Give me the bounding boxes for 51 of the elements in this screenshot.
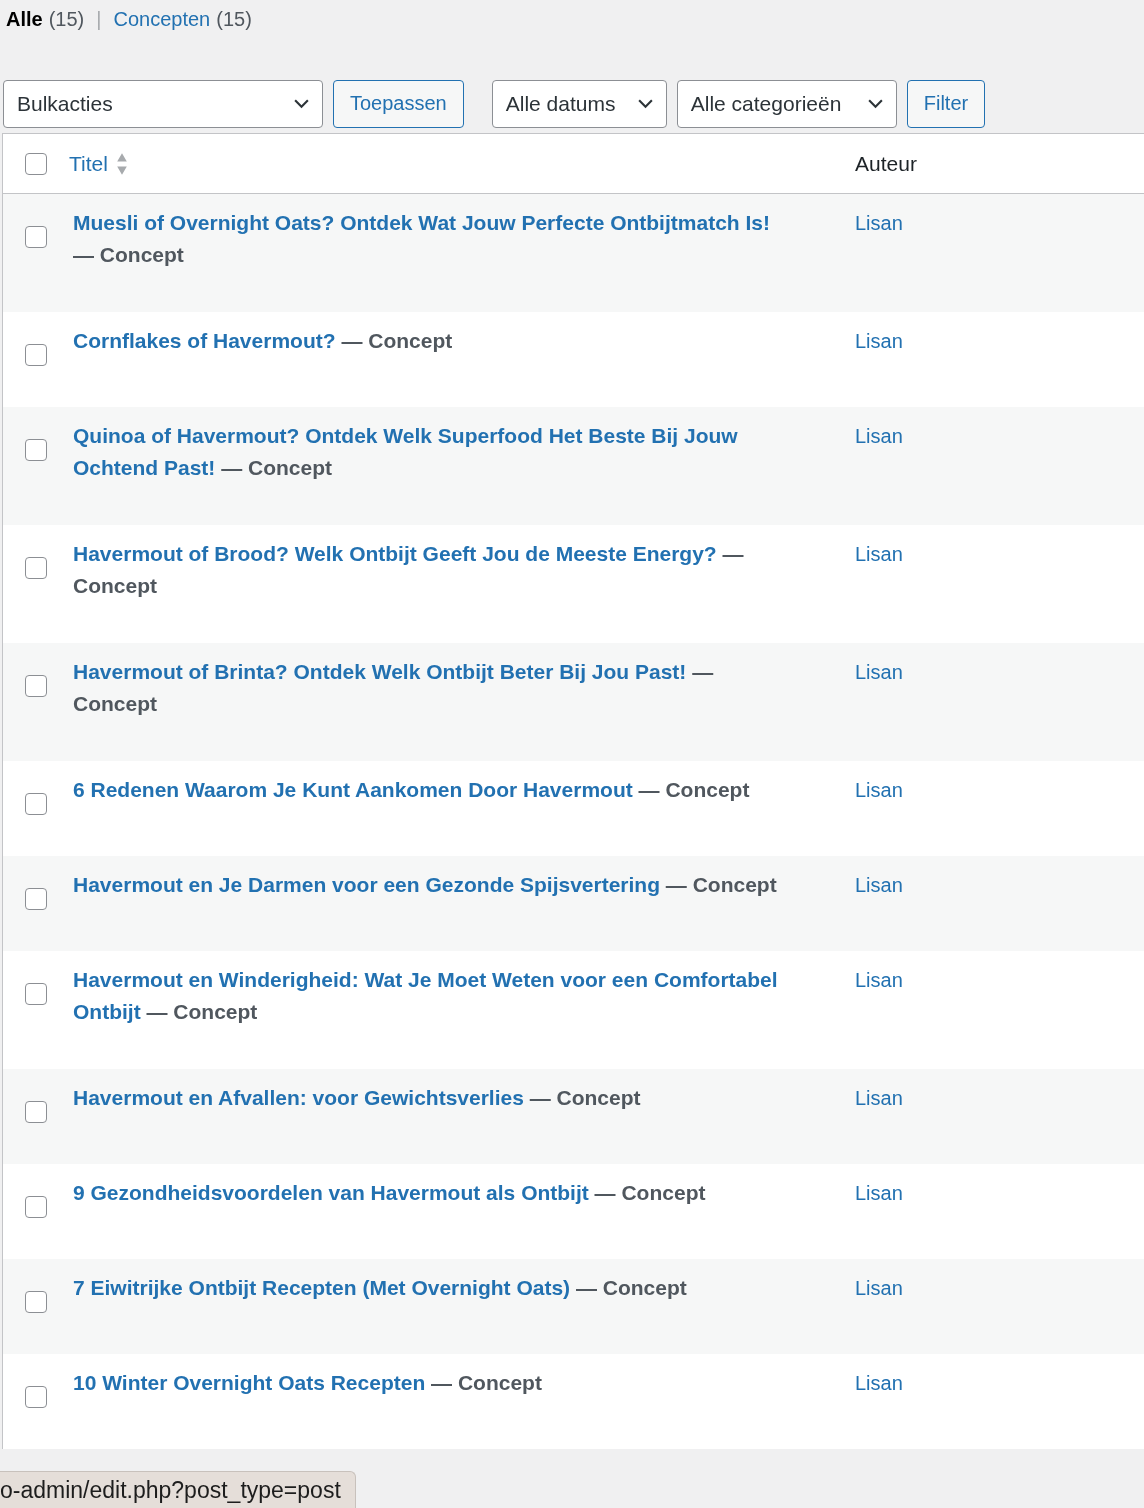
title-column-header[interactable]: Titel: [69, 151, 108, 176]
row-checkbox[interactable]: [25, 888, 47, 910]
filter-button[interactable]: Filter: [906, 79, 986, 128]
sort-icon[interactable]: [115, 151, 128, 176]
row-checkbox[interactable]: [25, 1196, 47, 1218]
row-checkbox[interactable]: [25, 557, 47, 579]
post-title[interactable]: Havermout of Brinta? Ontdek Welk Ontbijt Beter Bij Jou Past! — Concept: [69, 656, 785, 720]
author-link[interactable]: Lisan: [855, 1087, 903, 1109]
row-checkbox[interactable]: [25, 793, 47, 815]
post-title[interactable]: Muesli of Overnight Oats? Ontdek Wat Jouw Perfecte Ontbijtmatch Is! — Concept: [69, 207, 785, 271]
post-title[interactable]: Cornflakes of Havermout? — Concept: [69, 325, 785, 366]
author-link[interactable]: Lisan: [855, 874, 903, 896]
dates-select[interactable]: Alle datums: [491, 79, 667, 128]
row-checkbox[interactable]: [25, 1291, 47, 1313]
author-link[interactable]: Lisan: [855, 1182, 903, 1204]
select-all-checkbox[interactable]: [25, 152, 47, 175]
categories-select[interactable]: Alle categorieën: [676, 79, 897, 128]
bulk-actions-select[interactable]: Bulkacties: [3, 79, 323, 128]
row-checkbox[interactable]: [25, 983, 47, 1005]
author-link[interactable]: Lisan: [855, 1372, 903, 1394]
row-checkbox[interactable]: [25, 1101, 47, 1123]
view-count: (15): [216, 8, 252, 31]
post-title[interactable]: Quinoa of Havermout? Ontdek Welk Superfood Het Beste Bij Jouw Ochtend Past! — Concept: [69, 420, 785, 484]
author-link[interactable]: Lisan: [855, 969, 903, 991]
author-column-header: Auteur: [855, 151, 917, 175]
row-checkbox[interactable]: [25, 226, 47, 248]
row-checkbox[interactable]: [25, 675, 47, 697]
view-link[interactable]: Concepten: [113, 8, 211, 31]
author-link[interactable]: Lisan: [855, 425, 903, 447]
view-link[interactable]: Alle: [6, 8, 43, 31]
author-link[interactable]: Lisan: [855, 330, 903, 352]
row-checkbox[interactable]: [25, 439, 47, 461]
post-title[interactable]: Havermout en Winderigheid: Wat Je Moet Weten voor een Comfortabel Ontbijt — Concept: [69, 964, 785, 1028]
row-checkbox[interactable]: [25, 344, 47, 366]
author-link[interactable]: Lisan: [855, 212, 903, 234]
post-title[interactable]: 6 Redenen Waarom Je Kunt Aankomen Door Havermout — Concept: [69, 774, 785, 815]
apply-button[interactable]: Toepassen: [333, 79, 464, 128]
row-checkbox[interactable]: [25, 1386, 47, 1408]
post-title[interactable]: Havermout of Brood? Welk Ontbijt Geeft Jou de Meeste Energy? — Concept: [69, 538, 785, 602]
link-preview-tooltip: o-admin/edit.php?post_type=post: [0, 1471, 356, 1508]
author-link[interactable]: Lisan: [855, 543, 903, 565]
post-title[interactable]: 7 Eiwitrijke Ontbijt Recepten (Met Overnight Oats) — Concept: [69, 1272, 785, 1313]
post-title[interactable]: Havermout en Afvallen: voor Gewichtsverlies — Concept: [69, 1082, 785, 1123]
author-link[interactable]: Lisan: [855, 661, 903, 683]
view-count: (15): [48, 8, 85, 31]
separator: |: [96, 8, 102, 31]
post-title[interactable]: 10 Winter Overnight Oats Recepten — Concept: [69, 1367, 785, 1408]
author-link[interactable]: Lisan: [855, 1277, 903, 1299]
post-title[interactable]: 9 Gezondheidsvoordelen van Havermout als Ontbijt — Concept: [69, 1177, 785, 1218]
post-title[interactable]: Havermout en Je Darmen voor een Gezonde Spijsvertering — Concept: [69, 869, 785, 910]
author-link[interactable]: Lisan: [855, 779, 903, 801]
